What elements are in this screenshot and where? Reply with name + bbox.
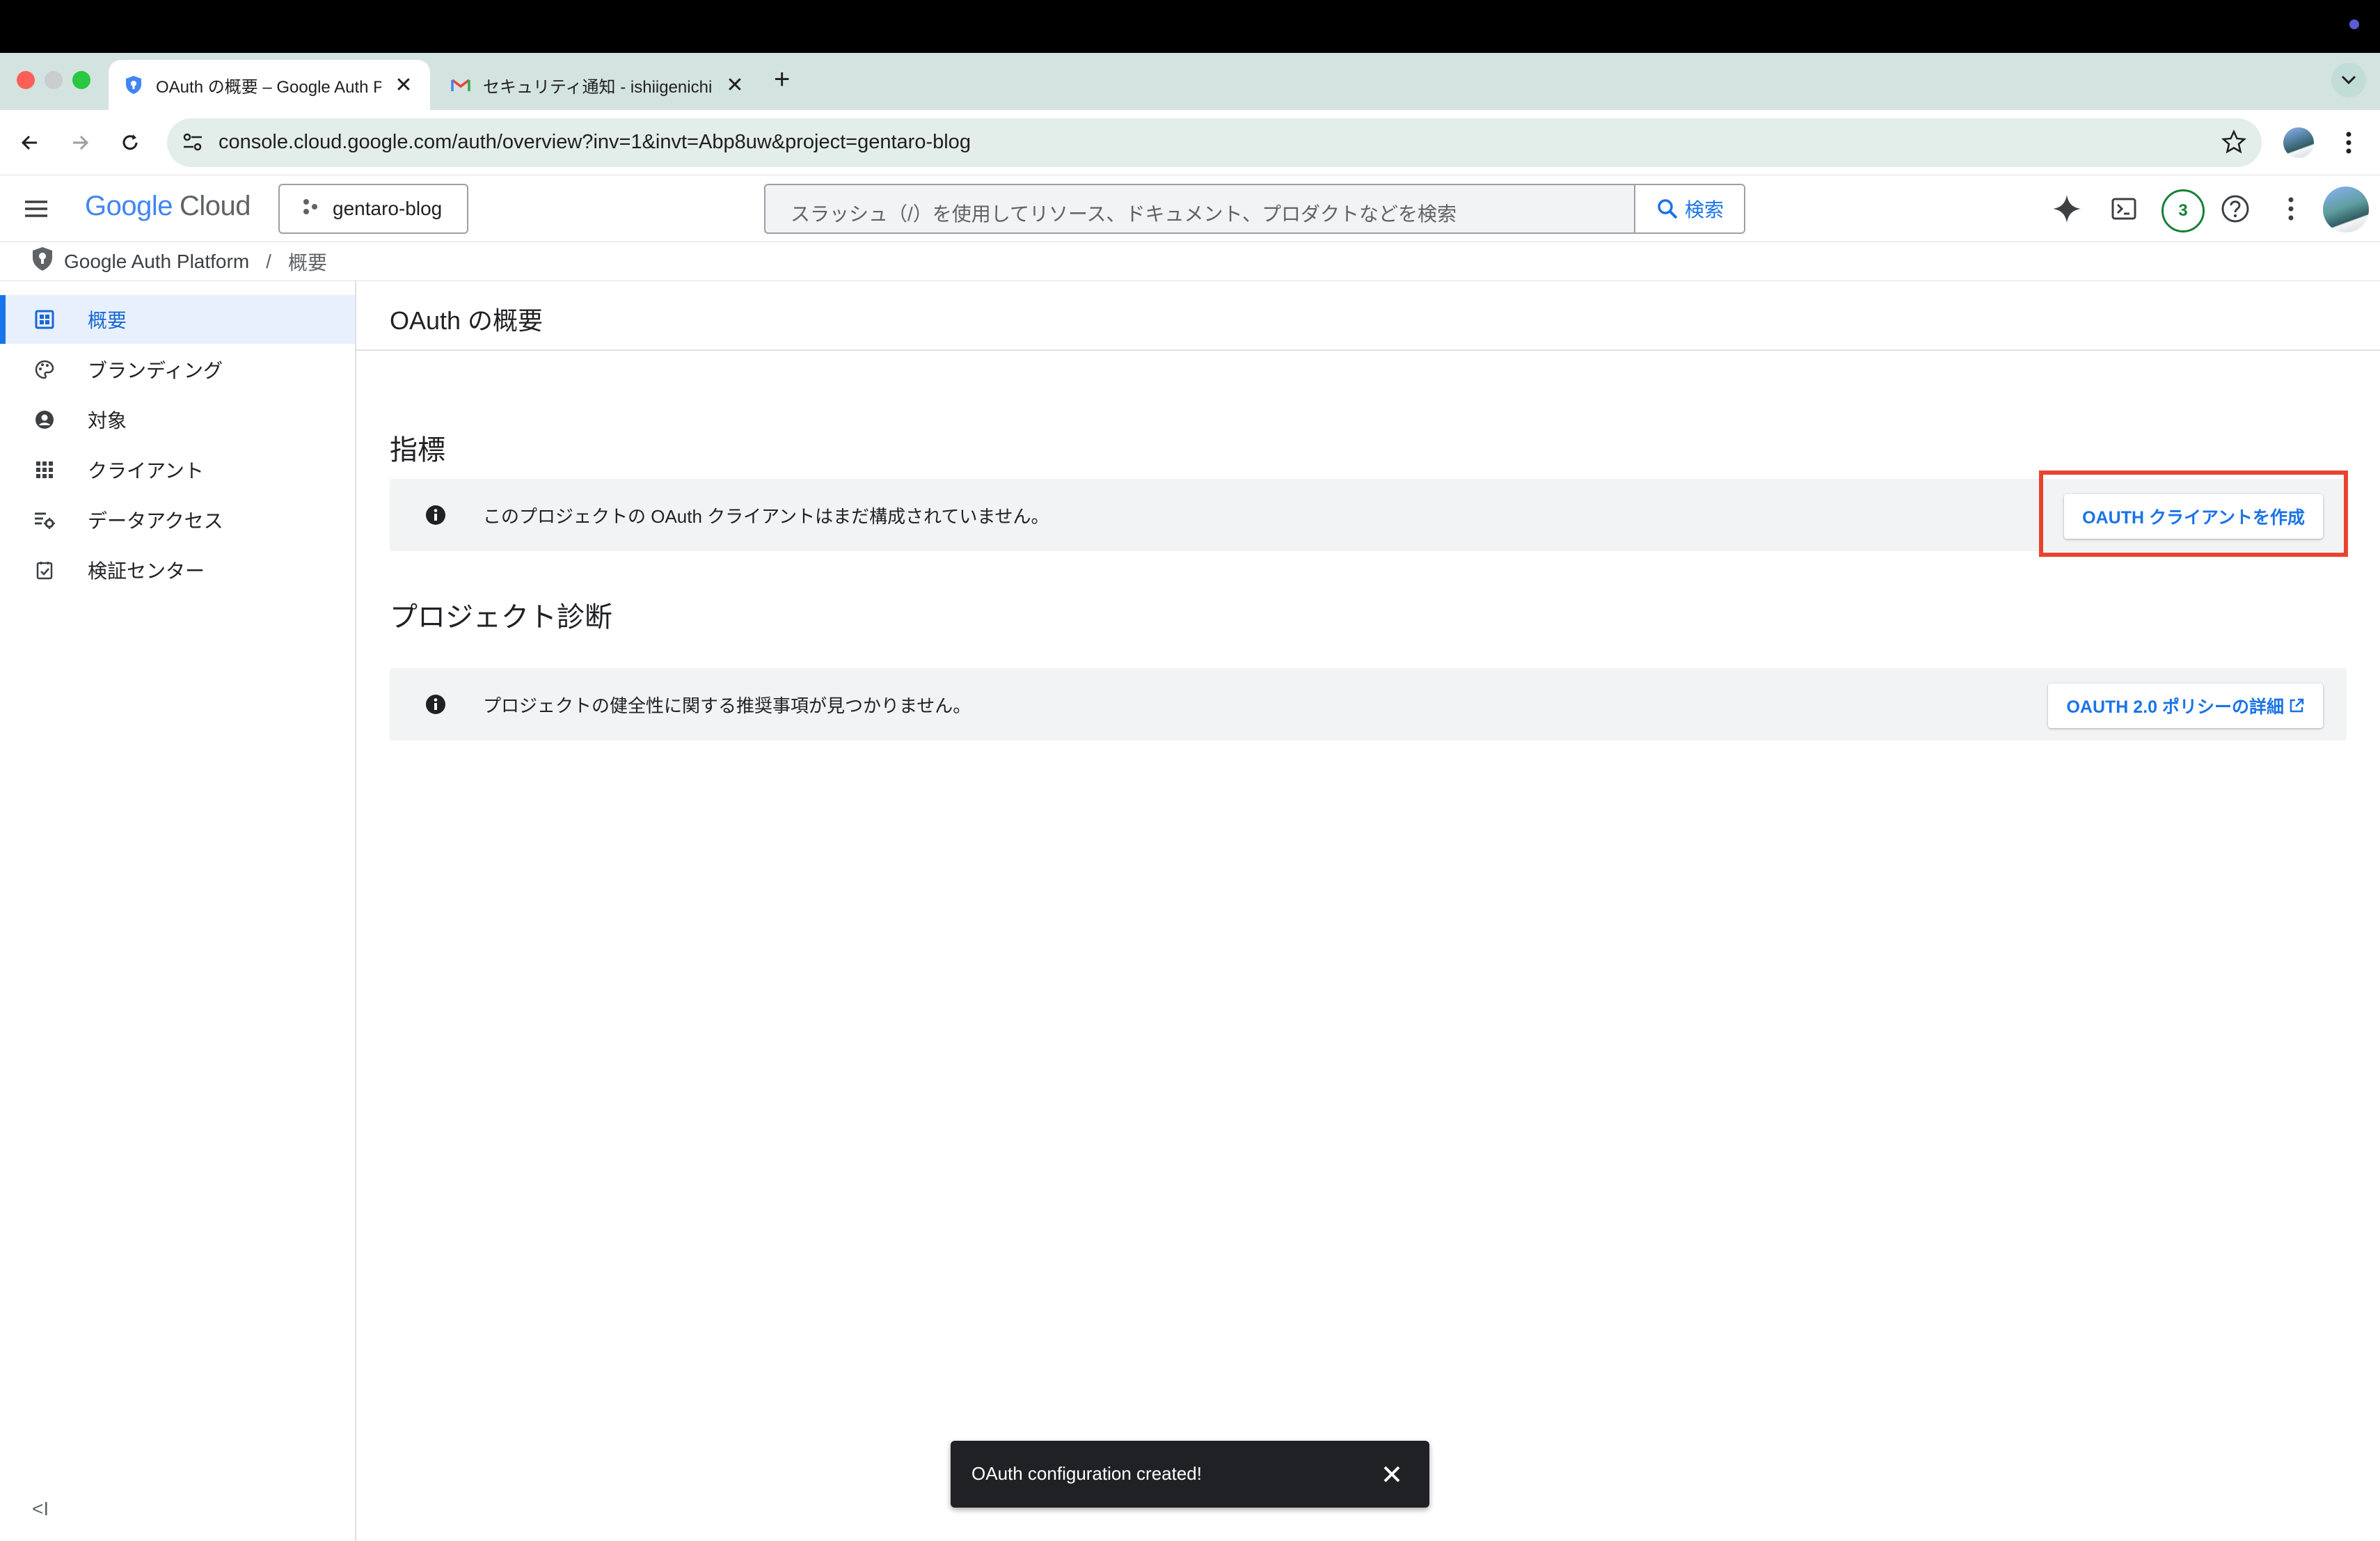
cloud-shell-terminal-icon[interactable] xyxy=(2106,191,2142,227)
breadcrumb-root-link[interactable]: Google Auth Platform xyxy=(64,251,249,273)
search-button-label: 検索 xyxy=(1684,199,1724,221)
browser-tab-oauth-overview[interactable]: OAuth の概要 – Google Auth P ✕ xyxy=(109,60,430,110)
info-icon xyxy=(425,504,447,530)
close-window-button[interactable] xyxy=(17,71,35,89)
browser-tab-strip: OAuth の概要 – Google Auth P ✕ セキュリティ通知 - i… xyxy=(0,53,2380,110)
tab-title: OAuth の概要 – Google Auth P xyxy=(156,77,381,97)
back-arrow-icon[interactable] xyxy=(11,124,49,161)
reload-icon[interactable] xyxy=(111,124,149,161)
help-icon[interactable] xyxy=(2217,191,2253,227)
dashboard-icon xyxy=(33,308,56,331)
profile-avatar-small[interactable] xyxy=(2280,124,2317,161)
sidebar-item-label: クライアント xyxy=(88,460,204,482)
metrics-heading: 指標 xyxy=(390,435,445,466)
tab-search-chevron-icon[interactable] xyxy=(2331,63,2366,97)
sidebar-item-data-access[interactable]: データアクセス xyxy=(0,496,355,544)
url-text: console.cloud.google.com/auth/overview?i… xyxy=(219,131,971,153)
account-avatar[interactable] xyxy=(2323,187,2369,232)
breadcrumb-separator: / xyxy=(266,250,271,272)
tab-close-icon[interactable]: ✕ xyxy=(392,74,415,97)
diagnostics-info-bar: プロジェクトの健全性に関する推奨事項が見つかりません。 OAUTH 2.0 ポリ… xyxy=(390,668,2347,741)
console-search-input[interactable]: スラッシュ（/）を使用してリソース、ドキュメント、プロダクトなどを検索 検索 xyxy=(764,184,1745,234)
metrics-message: このプロジェクトの OAuth クライアントはまだ構成されていません。 xyxy=(483,506,1049,527)
apps-grid-icon xyxy=(33,459,56,481)
page-title: OAuth の概要 xyxy=(390,306,544,335)
account-circle-icon xyxy=(33,409,56,431)
hamburger-menu-icon[interactable] xyxy=(21,193,51,228)
breadcrumb-current: 概要 xyxy=(287,251,327,274)
sidebar-item-branding[interactable]: ブランディング xyxy=(0,345,355,394)
oauth-policy-details-link[interactable]: OAUTH 2.0 ポリシーの詳細 xyxy=(2048,683,2323,728)
info-icon xyxy=(425,693,447,719)
project-picker-button[interactable]: gentaro-blog xyxy=(278,184,468,234)
shield-favicon-icon xyxy=(124,75,143,95)
tab-close-icon[interactable]: ✕ xyxy=(724,74,746,97)
sidebar-item-label: 概要 xyxy=(88,310,127,331)
sidebar-nav: 概要 ブランディング 対象 クライアント データアクセス 検証センター <I xyxy=(0,281,356,1541)
sidebar-item-label: 検証センター xyxy=(88,560,205,582)
cloud-console-header: Google Cloud gentaro-blog スラッシュ（/）を使用してリソ… xyxy=(0,175,2380,242)
sidebar-item-verification-center[interactable]: 検証センター xyxy=(0,546,355,594)
browser-toolbar: console.cloud.google.com/auth/overview?i… xyxy=(0,110,2380,175)
diagnostics-message: プロジェクトの健全性に関する推奨事項が見つかりません。 xyxy=(483,695,971,716)
snackbar-toast: OAuth configuration created! xyxy=(951,1441,1429,1508)
google-cloud-logo[interactable]: Google Cloud xyxy=(85,191,251,222)
notification-count-badge[interactable]: 3 xyxy=(2161,189,2205,232)
project-diagnostics-heading: プロジェクト診断 xyxy=(390,602,612,633)
highlight-annotation-box xyxy=(2039,471,2348,557)
sidebar-item-audience[interactable]: 対象 xyxy=(0,395,355,444)
sidebar-item-overview[interactable]: 概要 xyxy=(0,295,355,344)
sidebar-item-label: 対象 xyxy=(88,410,127,432)
open-in-new-icon xyxy=(2290,698,2304,713)
zoom-window-button[interactable] xyxy=(72,71,90,89)
oauth-policy-details-label: OAUTH 2.0 ポリシーの詳細 xyxy=(2066,697,2284,717)
checklist-icon xyxy=(33,559,56,581)
data-settings-icon xyxy=(33,509,56,531)
browser-menu-icon[interactable] xyxy=(2330,124,2367,161)
gmail-favicon-icon xyxy=(451,75,470,95)
breadcrumb: Google Auth Platform / 概要 xyxy=(0,242,2380,281)
palette-icon xyxy=(33,358,56,381)
sidebar-item-label: データアクセス xyxy=(88,510,223,532)
search-placeholder: スラッシュ（/）を使用してリソース、ドキュメント、プロダクトなどを検索 xyxy=(791,203,1457,225)
sidebar-item-clients[interactable]: クライアント xyxy=(0,445,355,494)
more-options-icon[interactable] xyxy=(2273,191,2309,227)
divider xyxy=(356,349,2380,351)
project-hub-icon xyxy=(301,197,320,221)
project-name: gentaro-blog xyxy=(333,198,443,219)
logo-google-text: Google xyxy=(85,191,173,221)
search-icon xyxy=(1658,199,1678,219)
address-bar[interactable]: console.cloud.google.com/auth/overview?i… xyxy=(167,118,2262,167)
snackbar-message: OAuth configuration created! xyxy=(971,1463,1202,1484)
new-tab-button[interactable]: + xyxy=(774,64,790,95)
sidebar-item-label: ブランディング xyxy=(88,360,223,381)
gemini-sparkle-icon[interactable] xyxy=(2049,191,2085,227)
site-settings-icon[interactable] xyxy=(181,130,205,157)
bookmark-star-icon[interactable] xyxy=(2220,128,2248,159)
auth-platform-shield-icon xyxy=(31,246,54,277)
macos-menu-bar xyxy=(0,0,2380,53)
collapse-sidebar-button[interactable]: <I xyxy=(32,1498,49,1520)
logo-cloud-text: Cloud xyxy=(179,191,251,221)
tab-title: セキュリティ通知 - ishiigenichi xyxy=(483,77,713,97)
status-dot-icon xyxy=(2349,19,2359,29)
search-button[interactable]: 検索 xyxy=(1634,185,1744,232)
forward-arrow-icon[interactable] xyxy=(61,124,99,161)
minimize-window-button[interactable] xyxy=(45,71,63,89)
browser-tab-gmail[interactable]: セキュリティ通知 - ishiigenichi ✕ xyxy=(436,60,761,110)
close-icon[interactable] xyxy=(1378,1460,1406,1492)
